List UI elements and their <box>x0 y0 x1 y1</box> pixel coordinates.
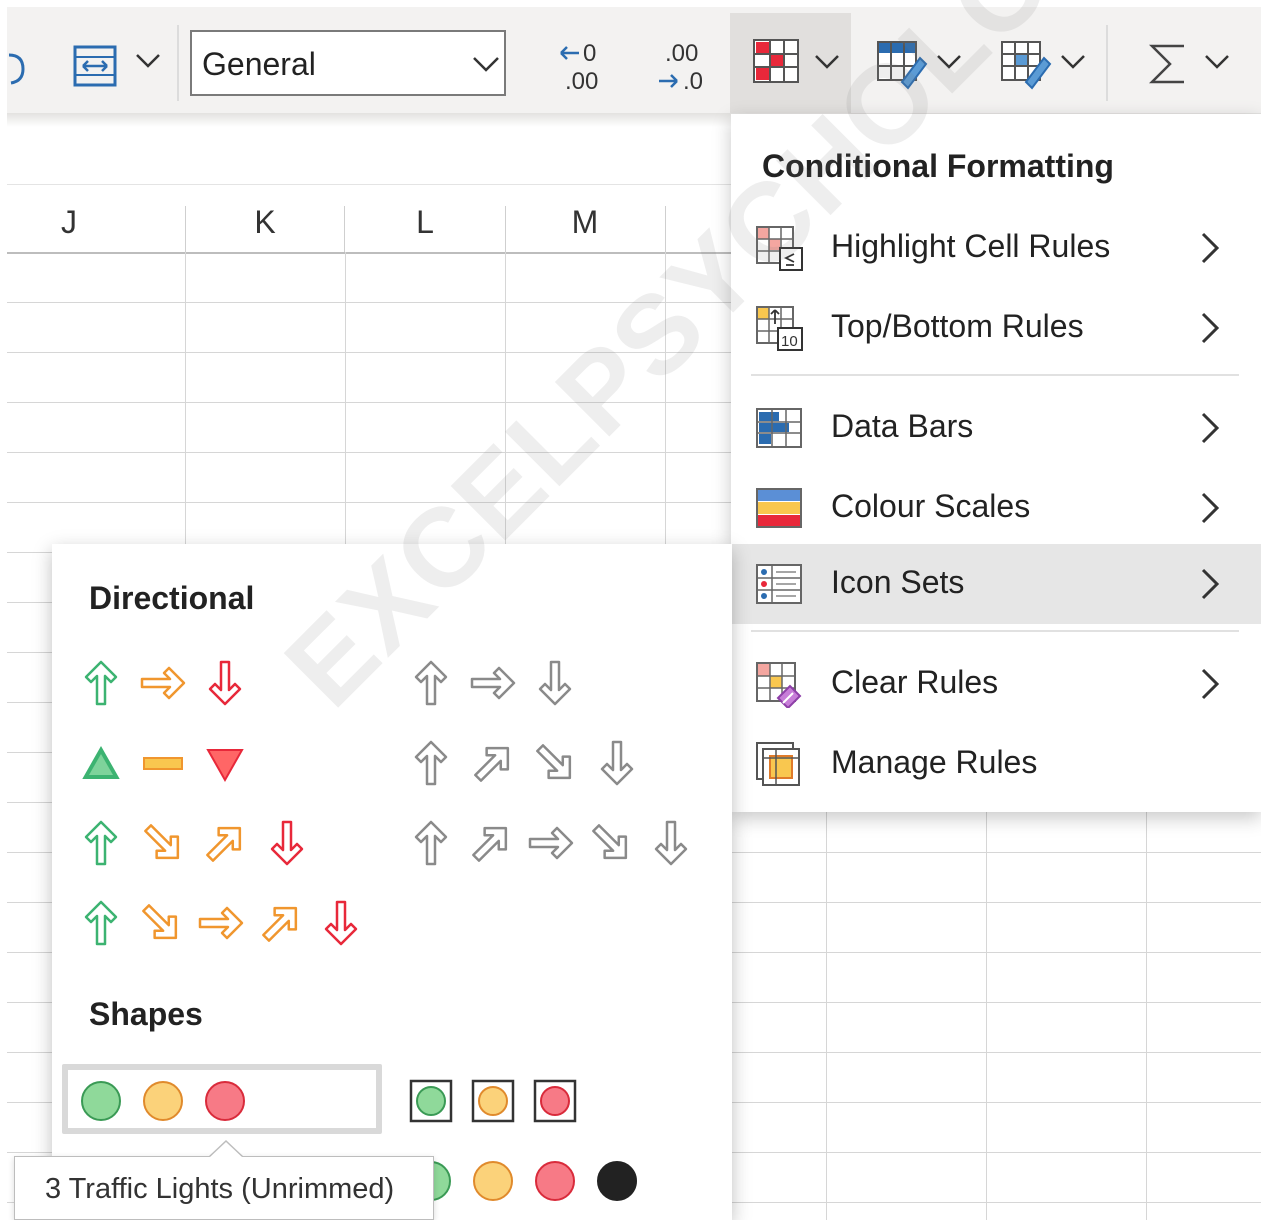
menu-item-highlight-cell-rules[interactable]: Highlight Cell Rules <box>731 208 1261 288</box>
svg-text:10: 10 <box>781 333 798 350</box>
arrow-right-grey-icon <box>470 666 516 700</box>
menu-item-colour-scales[interactable]: Colour Scales <box>731 468 1261 548</box>
menu-item-label: Clear Rules <box>831 664 999 700</box>
arrow-right-orange-icon <box>140 666 186 700</box>
arrow-down-red-icon <box>208 660 242 706</box>
conditional-formatting-menu: Conditional Formatting Highlight Cell Ru… <box>731 114 1261 812</box>
top-bottom-rules-icon: 10 <box>756 306 803 351</box>
menu-item-label: Highlight Cell Rules <box>831 228 1111 264</box>
arrow-down-right-orange-icon <box>142 904 178 940</box>
triangle-up-green-icon <box>82 745 120 779</box>
menu-title: Conditional Formatting <box>762 148 1114 184</box>
arrow-up-right-orange-icon <box>206 826 242 862</box>
tooltip-pointer-fill <box>210 1142 242 1157</box>
clear-rules-icon <box>756 662 802 708</box>
menu-separator <box>751 374 1239 376</box>
chevron-right-icon <box>1201 568 1220 600</box>
arrow-down-right-grey-icon <box>592 824 628 860</box>
circle-green-icon <box>81 1081 121 1121</box>
icon-sets-icon <box>756 564 802 604</box>
menu-item-label: Icon Sets <box>831 564 965 600</box>
tooltip: 3 Traffic Lights (Unrimmed) <box>14 1156 434 1220</box>
menu-item-label: Colour Scales <box>831 488 1031 524</box>
arrow-down-grey-icon <box>600 740 634 786</box>
arrow-up-green-icon <box>84 900 118 946</box>
arrow-down-right-grey-icon <box>536 744 572 780</box>
data-bars-icon <box>756 408 802 448</box>
chevron-right-icon <box>1201 492 1220 524</box>
circle-red-rimmed-icon <box>533 1079 577 1123</box>
arrow-down-red-icon <box>324 900 358 946</box>
arrow-up-grey-icon <box>414 660 448 706</box>
arrow-up-right-grey-icon <box>474 746 510 782</box>
arrow-up-grey-icon <box>414 740 448 786</box>
circle-black-icon <box>597 1161 637 1201</box>
menu-item-manage-rules[interactable]: Manage Rules <box>731 724 1261 804</box>
arrow-right-grey-icon <box>528 826 574 860</box>
arrow-down-grey-icon <box>538 660 572 706</box>
chevron-right-icon <box>1201 232 1220 264</box>
menu-item-top-bottom-rules[interactable]: 10 Top/Bottom Rules <box>731 288 1261 368</box>
menu-separator <box>751 630 1239 632</box>
menu-item-data-bars[interactable]: Data Bars <box>731 388 1261 468</box>
colour-scales-icon <box>756 488 802 528</box>
circle-red-icon <box>535 1161 575 1201</box>
arrow-up-right-grey-icon <box>472 826 508 862</box>
dash-yellow-icon <box>143 757 183 770</box>
menu-item-clear-rules[interactable]: Clear Rules <box>731 644 1261 724</box>
arrow-down-grey-icon <box>654 820 688 866</box>
circle-red-icon <box>205 1081 245 1121</box>
arrow-up-green-icon <box>84 660 118 706</box>
manage-rules-icon <box>756 742 800 786</box>
chevron-right-icon <box>1201 312 1220 344</box>
menu-item-label: Top/Bottom Rules <box>831 308 1084 344</box>
circle-yellow-icon <box>473 1161 513 1201</box>
chevron-right-icon <box>1201 668 1220 700</box>
arrow-right-orange-icon <box>198 906 244 940</box>
chevron-right-icon <box>1201 412 1220 444</box>
arrow-up-grey-icon <box>414 820 448 866</box>
menu-item-label: Manage Rules <box>831 744 1038 780</box>
menu-item-icon-sets[interactable]: Icon Sets <box>731 544 1261 624</box>
arrow-down-red-icon <box>270 820 304 866</box>
tooltip-text: 3 Traffic Lights (Unrimmed) <box>45 1173 395 1205</box>
arrow-up-green-icon <box>84 820 118 866</box>
circle-yellow-rimmed-icon <box>471 1079 515 1123</box>
arrow-down-right-orange-icon <box>144 824 180 860</box>
triangle-down-red-icon <box>206 749 244 783</box>
icon-sets-gallery: Directional Shapes <box>52 544 732 1220</box>
circle-green-rimmed-icon <box>409 1079 453 1123</box>
arrow-up-right-orange-icon <box>262 906 298 942</box>
menu-item-label: Data Bars <box>831 408 974 444</box>
highlight-cell-rules-icon <box>756 226 803 271</box>
circle-yellow-icon <box>143 1081 183 1121</box>
